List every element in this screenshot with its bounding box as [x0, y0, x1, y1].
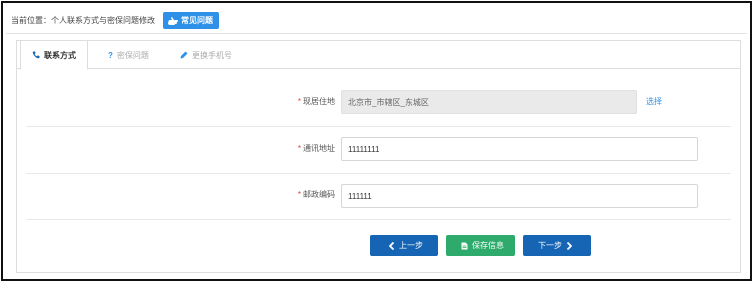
mailing-address-label: * 通讯地址 — [297, 144, 335, 153]
row-divider — [26, 173, 731, 174]
required-mark: * — [297, 97, 301, 106]
residence-label: * 现居住地 — [297, 97, 335, 106]
top-divider — [6, 33, 747, 34]
row-divider — [26, 126, 731, 127]
mailing-address-value: 11111111 — [348, 144, 380, 154]
tab-security-question-label: 密保问题 — [116, 50, 149, 60]
chevron-right-icon — [566, 241, 572, 250]
required-mark: * — [297, 190, 301, 199]
contact-panel: 联系方式 ? 密保问题 更换手机号 * 现居住地 北京市_市辖区_东城区 选择 *… — [16, 40, 741, 273]
tab-contact[interactable]: 联系方式 — [20, 41, 88, 70]
save-info-label: 保存信息 — [472, 241, 504, 250]
residence-select-link[interactable]: 选择 — [646, 96, 662, 107]
required-mark: * — [297, 144, 301, 153]
postal-code-value: 111111 — [348, 191, 372, 201]
pencil-icon — [180, 51, 188, 59]
residence-value: 北京市_市辖区_东城区 — [348, 97, 429, 107]
pointing-hand-icon — [168, 16, 178, 25]
faq-button-label: 常见问题 — [181, 15, 213, 25]
page-frame: 当前位置：个人联系方式与密保问题修改 常见问题 联系方式 ? 密保问题 更换手机… — [1, 1, 752, 281]
chevron-left-icon — [389, 241, 395, 250]
phone-icon — [32, 51, 40, 59]
tab-bar: 联系方式 ? 密保问题 更换手机号 — [17, 41, 740, 70]
tab-change-phone-label: 更换手机号 — [192, 50, 232, 60]
mailing-address-input[interactable]: 11111111 — [341, 137, 698, 161]
postal-code-input[interactable]: 111111 — [341, 184, 698, 208]
document-icon — [461, 242, 468, 249]
previous-step-label: 上一步 — [399, 241, 423, 250]
question-icon: ? — [108, 50, 113, 60]
tab-contact-label: 联系方式 — [44, 50, 76, 60]
next-step-button[interactable]: 下一步 — [523, 235, 591, 256]
faq-button[interactable]: 常见问题 — [163, 11, 219, 29]
save-info-button[interactable]: 保存信息 — [446, 235, 515, 256]
postal-code-label: * 邮政编码 — [297, 190, 335, 199]
next-step-label: 下一步 — [538, 241, 562, 250]
previous-step-button[interactable]: 上一步 — [370, 235, 438, 256]
residence-field: 北京市_市辖区_东城区 — [341, 90, 637, 114]
breadcrumb: 当前位置：个人联系方式与密保问题修改 常见问题 — [11, 11, 219, 29]
tab-security-question[interactable]: ? 密保问题 — [108, 41, 149, 69]
tab-change-phone[interactable]: 更换手机号 — [180, 41, 232, 69]
row-divider — [26, 219, 731, 220]
breadcrumb-text: 当前位置：个人联系方式与密保问题修改 — [11, 15, 155, 25]
